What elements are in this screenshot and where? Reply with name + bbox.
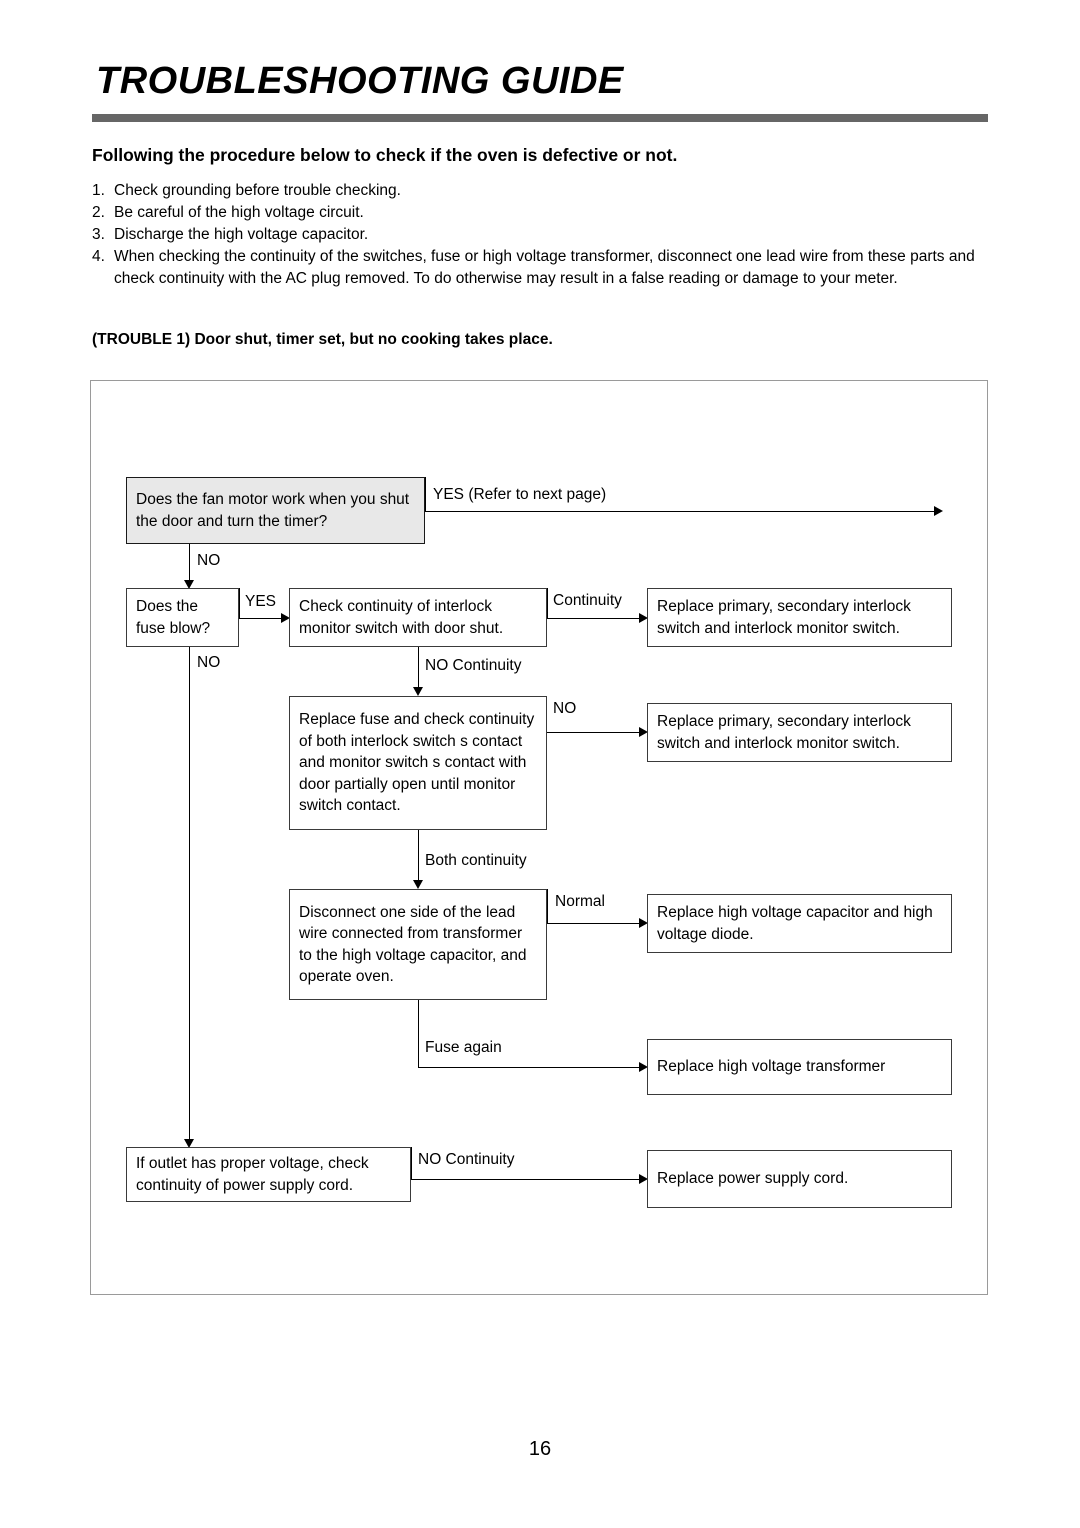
node-replace-interlock-2-text: Replace primary, secondary interlock swi… <box>657 713 911 752</box>
node-replace-capacitor-diode: Replace high voltage capacitor and high … <box>647 894 952 953</box>
node-replace-interlock-2: Replace primary, secondary interlock swi… <box>647 703 952 762</box>
list-item-number: 3. <box>92 226 105 243</box>
edge-label-no-continuity-2: NO Continuity <box>418 1151 515 1168</box>
node-replace-interlock-1: Replace primary, secondary interlock swi… <box>647 588 952 647</box>
list-item-number: 1. <box>92 182 105 199</box>
list-item: 3. Discharge the high voltage capacitor. <box>92 224 992 246</box>
node-replace-interlock-1-text: Replace primary, secondary interlock swi… <box>657 598 911 637</box>
connector-no-interlock <box>547 732 640 733</box>
list-item: 4. When checking the continuity of the s… <box>92 246 992 290</box>
edge-label-no-fuse: NO <box>197 654 221 671</box>
flowchart-canvas: Does the fan motor work when you shut th… <box>91 381 987 1294</box>
node-disconnect-lead-wire-text: Disconnect one side of the lead wire con… <box>299 903 527 986</box>
intro-heading: Following the procedure below to check i… <box>92 145 678 165</box>
connector-no-continuity-1 <box>418 647 419 691</box>
connector-continuity <box>547 618 640 619</box>
page-root: TROUBLESHOOTING GUIDE Following the proc… <box>0 0 1080 1528</box>
connector-no-fuse <box>189 647 190 1142</box>
title-divider <box>92 114 988 122</box>
list-item-number: 2. <box>92 204 105 221</box>
list-item-text: Check grounding before trouble checking. <box>114 182 401 199</box>
node-replace-fuse-check-text: Replace fuse and check continuity of bot… <box>299 711 535 815</box>
arrowhead-no-continuity-1 <box>413 687 423 696</box>
node-fuse-blow-question-text: Does the fuse blow? <box>136 598 211 637</box>
edge-label-continuity: Continuity <box>553 592 622 609</box>
node-fuse-blow-question: Does the fuse blow? <box>126 588 239 647</box>
edge-label-no-fan: NO <box>197 552 221 569</box>
connector-continuity-stub <box>547 588 548 618</box>
edge-label-both-continuity: Both continuity <box>425 852 527 869</box>
edge-label-yes-next-page: YES (Refer to next page) <box>433 486 607 503</box>
connector-no-fan <box>189 544 190 583</box>
connector-both-continuity <box>418 830 419 884</box>
list-item: 2. Be careful of the high voltage circui… <box>92 202 992 224</box>
node-check-interlock-monitor-text: Check continuity of interlock monitor sw… <box>299 598 504 637</box>
trouble-case-heading: (TROUBLE 1) Door shut, timer set, but no… <box>92 331 553 348</box>
list-item-text: Be careful of the high voltage circuit. <box>114 204 364 221</box>
connector-normal-stub <box>547 889 548 923</box>
connector-yes-fuse <box>239 618 282 619</box>
node-replace-transformer: Replace high voltage transformer <box>647 1039 952 1095</box>
connector-yes-next-page <box>425 511 935 512</box>
node-fan-motor-question: Does the fan motor work when you shut th… <box>126 477 425 544</box>
node-fan-motor-question-text: Does the fan motor work when you shut th… <box>136 491 410 530</box>
connector-fuse-again-vertical <box>418 1000 419 1067</box>
arrowhead-both-continuity <box>413 880 423 889</box>
node-replace-capacitor-diode-text: Replace high voltage capacitor and high … <box>657 904 933 943</box>
list-item-text: When checking the continuity of the swit… <box>114 248 975 287</box>
edge-label-yes-fuse: YES <box>245 593 277 610</box>
node-check-interlock-monitor: Check continuity of interlock monitor sw… <box>289 588 547 647</box>
edge-label-no-continuity-1: NO Continuity <box>425 657 522 674</box>
node-check-outlet-voltage: If outlet has proper voltage, check cont… <box>126 1147 411 1202</box>
list-item-text: Discharge the high voltage capacitor. <box>114 226 369 243</box>
page-title: TROUBLESHOOTING GUIDE <box>96 60 624 102</box>
node-replace-fuse-check: Replace fuse and check continuity of bot… <box>289 696 547 830</box>
node-disconnect-lead-wire: Disconnect one side of the lead wire con… <box>289 889 547 1000</box>
intro-list: 1. Check grounding before trouble checki… <box>92 180 992 290</box>
connector-yes-fuse-stub <box>239 588 240 618</box>
node-replace-power-cord-text: Replace power supply cord. <box>657 1170 849 1188</box>
connector-yes-next-page-stub <box>425 477 426 511</box>
connector-no-continuity-2 <box>411 1179 640 1180</box>
flowchart-frame: Does the fan motor work when you shut th… <box>90 380 988 1295</box>
list-item-number: 4. <box>92 248 105 265</box>
edge-label-fuse-again: Fuse again <box>425 1039 502 1056</box>
node-replace-power-cord: Replace power supply cord. <box>647 1150 952 1208</box>
edge-label-normal: Normal <box>555 893 605 910</box>
list-item: 1. Check grounding before trouble checki… <box>92 180 992 202</box>
connector-no-continuity-2-stub <box>411 1147 412 1179</box>
node-check-outlet-voltage-text: If outlet has proper voltage, check cont… <box>136 1155 369 1194</box>
edge-label-no-interlock: NO <box>553 700 577 717</box>
connector-normal <box>547 923 640 924</box>
connector-fuse-again-horizontal <box>418 1067 640 1068</box>
arrowhead-yes-next-page <box>934 506 943 516</box>
node-replace-transformer-text: Replace high voltage transformer <box>657 1058 886 1076</box>
page-number: 16 <box>528 1438 552 1460</box>
